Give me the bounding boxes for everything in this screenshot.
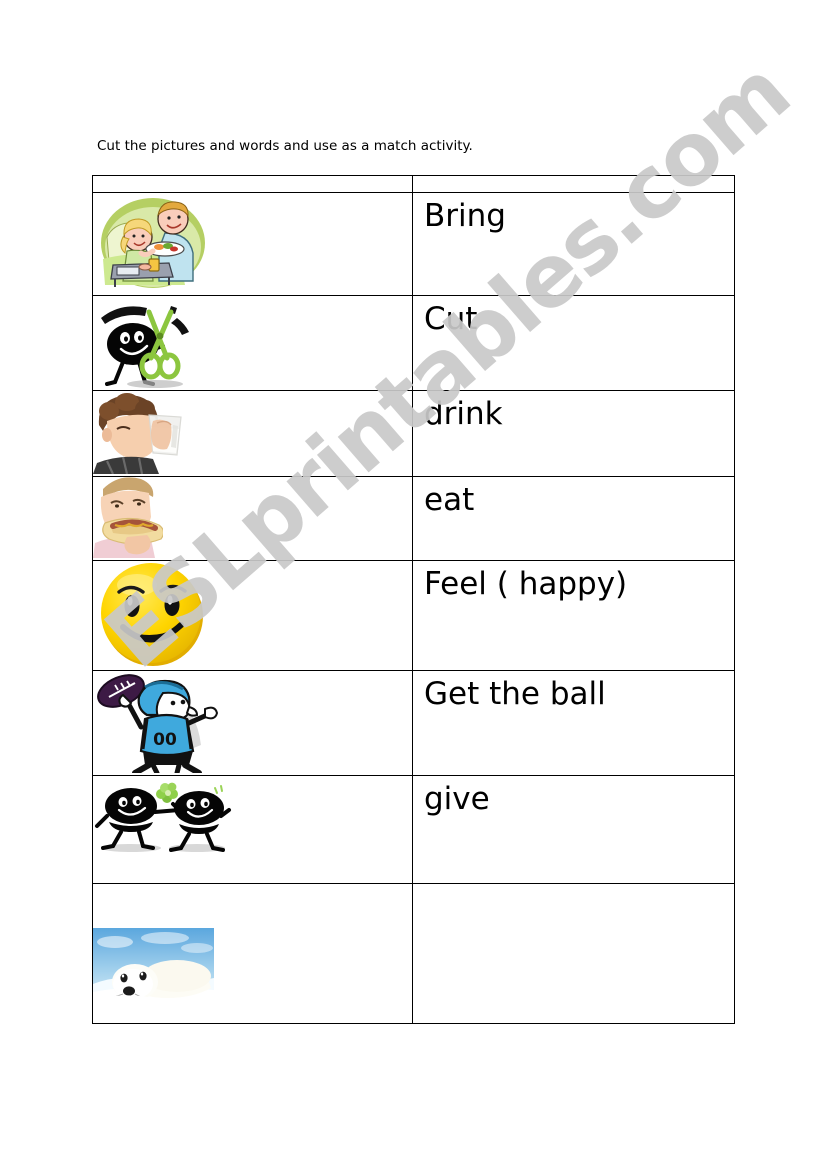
picture-cell [92,775,413,884]
picture-cell [92,390,413,477]
baby-seal-photo [93,928,412,1010]
table-row: Feel ( happy) [92,560,735,671]
picture-cell: 00 [92,670,413,776]
picture-cell [92,560,413,671]
word-cell: Cut [412,295,735,391]
table-row: drink [92,390,735,477]
table-row: eat [92,476,735,561]
table-row: Bring [92,192,735,296]
picture-cell [92,295,413,391]
word-cell: Bring [412,192,735,296]
table-row: 00 Get the ball [92,670,735,776]
word-cell [412,883,735,1024]
table-row [92,883,735,1024]
match-activity-table: Bring Cut drink eat Feel (happy) 00 Get… [92,175,735,1024]
worksheet-page: Cut the pictures and words and use as a … [0,0,826,1169]
table-row: give [92,775,735,884]
page-title: Cut the pictures and words and use as a … [97,138,473,154]
eat-hotdog-photo [93,477,412,558]
word-label [413,884,734,892]
word-label: eat [424,482,475,518]
picture-cell [92,883,413,1024]
word-label: Bring [424,198,506,234]
word-label: Get the ball [424,676,606,712]
football-player-catching-ball-clipart: 00 [93,671,412,773]
word-cell: drink [412,390,735,477]
cut-scissors-clipart [93,296,412,388]
bring-breakfast-in-bed-clipart [93,193,412,293]
word-label: give [424,781,490,817]
picture-column-header [92,175,413,193]
word-cell: eat [412,476,735,561]
word-cell: Get the ball [412,670,735,776]
happy-smiley-face [93,561,412,668]
word-label: drink [424,396,503,432]
drink-milk-photo [93,391,412,474]
word-label: Cut [424,301,478,337]
word-cell: Feel ( happy) [412,560,735,671]
word-column-header [412,175,735,193]
word-cell: give [412,775,735,884]
give-flower-clipart [93,776,412,856]
word-label: Feel ( happy) [424,566,628,602]
table-row: Cut [92,295,735,391]
table-header-row [92,175,735,193]
svg-text:00: 00 [153,730,177,750]
picture-cell [92,476,413,561]
picture-cell [92,192,413,296]
